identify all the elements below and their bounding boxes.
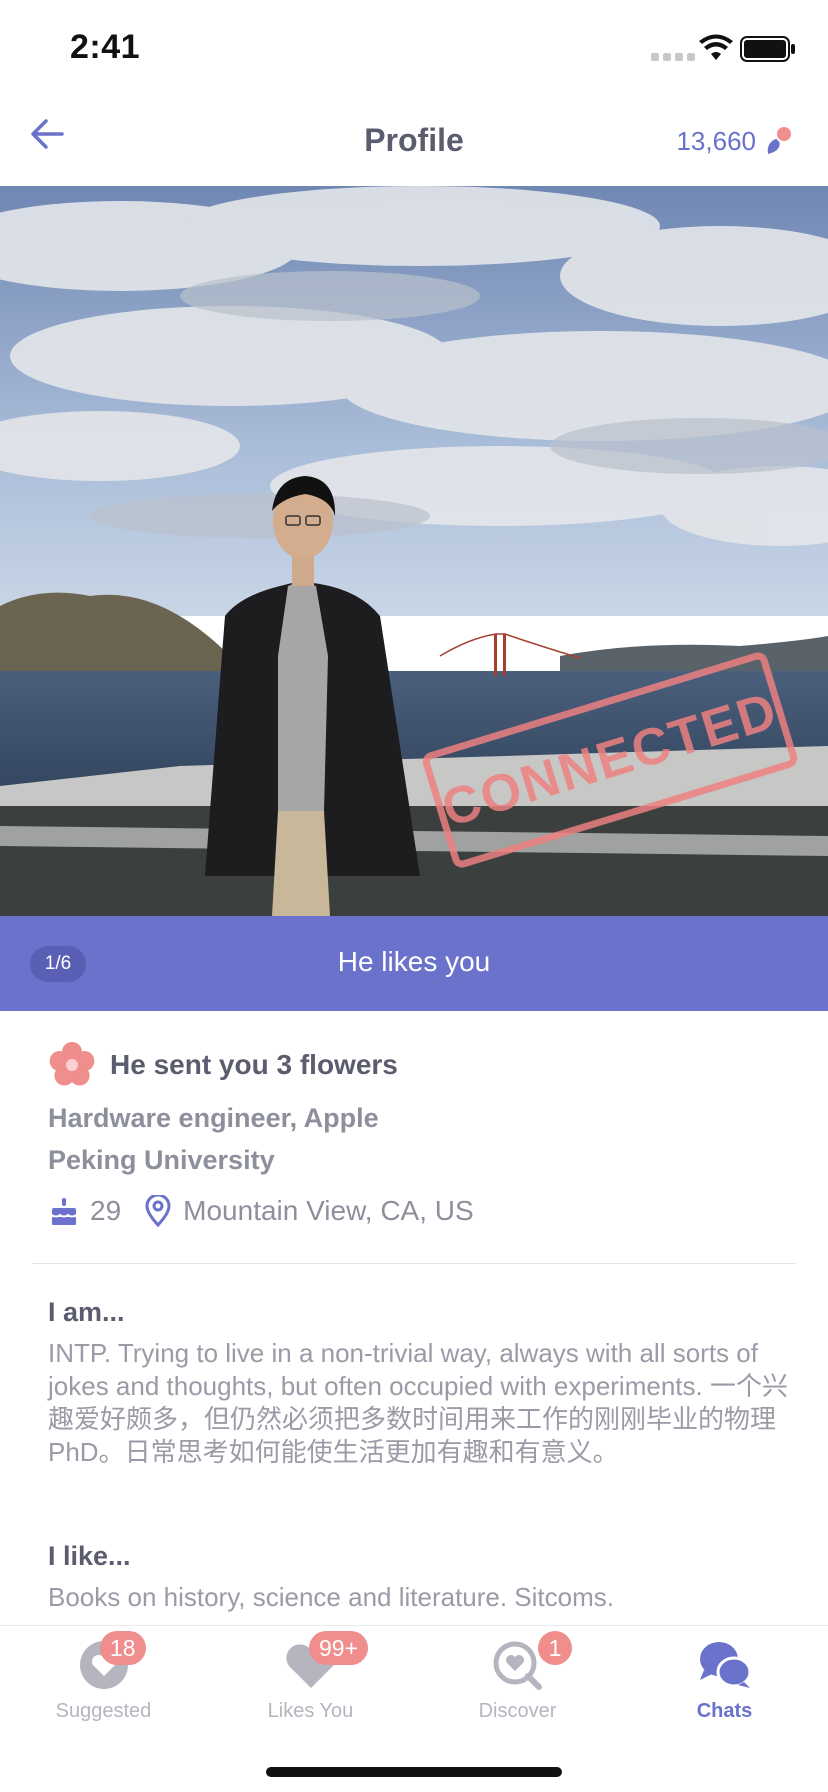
tab-label-discover: Discover (478, 1700, 557, 1722)
coins-value: 13,660 (676, 125, 756, 156)
flowers-row: He sent you 3 flowers (48, 1041, 398, 1089)
wifi-icon (699, 34, 733, 60)
tab-label-suggested: Suggested (55, 1700, 152, 1722)
about-title: I am... (48, 1297, 125, 1327)
search-heart-icon (493, 1641, 542, 1690)
job-title: Hardware engineer, Apple (48, 1103, 379, 1133)
location: Mountain View, CA, US (183, 1195, 474, 1226)
cake-icon (51, 1198, 77, 1225)
flowers-text: He sent you 3 flowers (110, 1049, 398, 1080)
battery-icon (740, 36, 795, 62)
flower-icon (49, 1042, 95, 1086)
tab-label-likes-you: Likes You (267, 1700, 354, 1722)
location-pin-icon (145, 1195, 171, 1227)
status-time: 2:41 (70, 28, 141, 66)
profile-details[interactable]: He sent you 3 flowers Hardware engineer,… (0, 1011, 828, 1625)
photo-scene (0, 186, 828, 916)
home-indicator[interactable] (266, 1767, 562, 1777)
discover-badge: 1 (538, 1631, 572, 1665)
age: 29 (90, 1195, 122, 1226)
school: Peking University (48, 1145, 275, 1175)
meta-row: 29 Mountain View, CA, US (50, 1195, 474, 1227)
profile-photo[interactable] (0, 186, 828, 916)
tab-chats[interactable]: Chats (621, 1626, 828, 1736)
chat-bubbles-icon (699, 1642, 751, 1688)
tab-label-chats: Chats (696, 1700, 753, 1722)
tab-discover[interactable]: 1 Discover (414, 1626, 621, 1736)
likes-title: I like... (48, 1541, 131, 1571)
tab-likes-you[interactable]: 99+ Likes You (207, 1626, 414, 1736)
coins-balance[interactable]: 13,660 (676, 124, 794, 158)
divider (32, 1263, 796, 1264)
nav-bar: Profile 13,660 (0, 96, 828, 186)
suggested-badge: 18 (100, 1631, 146, 1665)
tab-suggested[interactable]: 18 Suggested (0, 1626, 207, 1736)
flower-coin-icon (767, 125, 793, 154)
about-body: INTP. Trying to live in a non-trivial wa… (48, 1338, 788, 1467)
likes-banner: 1/6 He likes you (0, 916, 828, 1011)
status-bar: 2:41 (0, 0, 828, 96)
likes-banner-text: He likes you (337, 946, 491, 977)
likes-you-badge: 99+ (309, 1631, 369, 1665)
cellular-signal-icon (651, 53, 695, 61)
likes-body: Books on history, science and literature… (48, 1582, 614, 1612)
